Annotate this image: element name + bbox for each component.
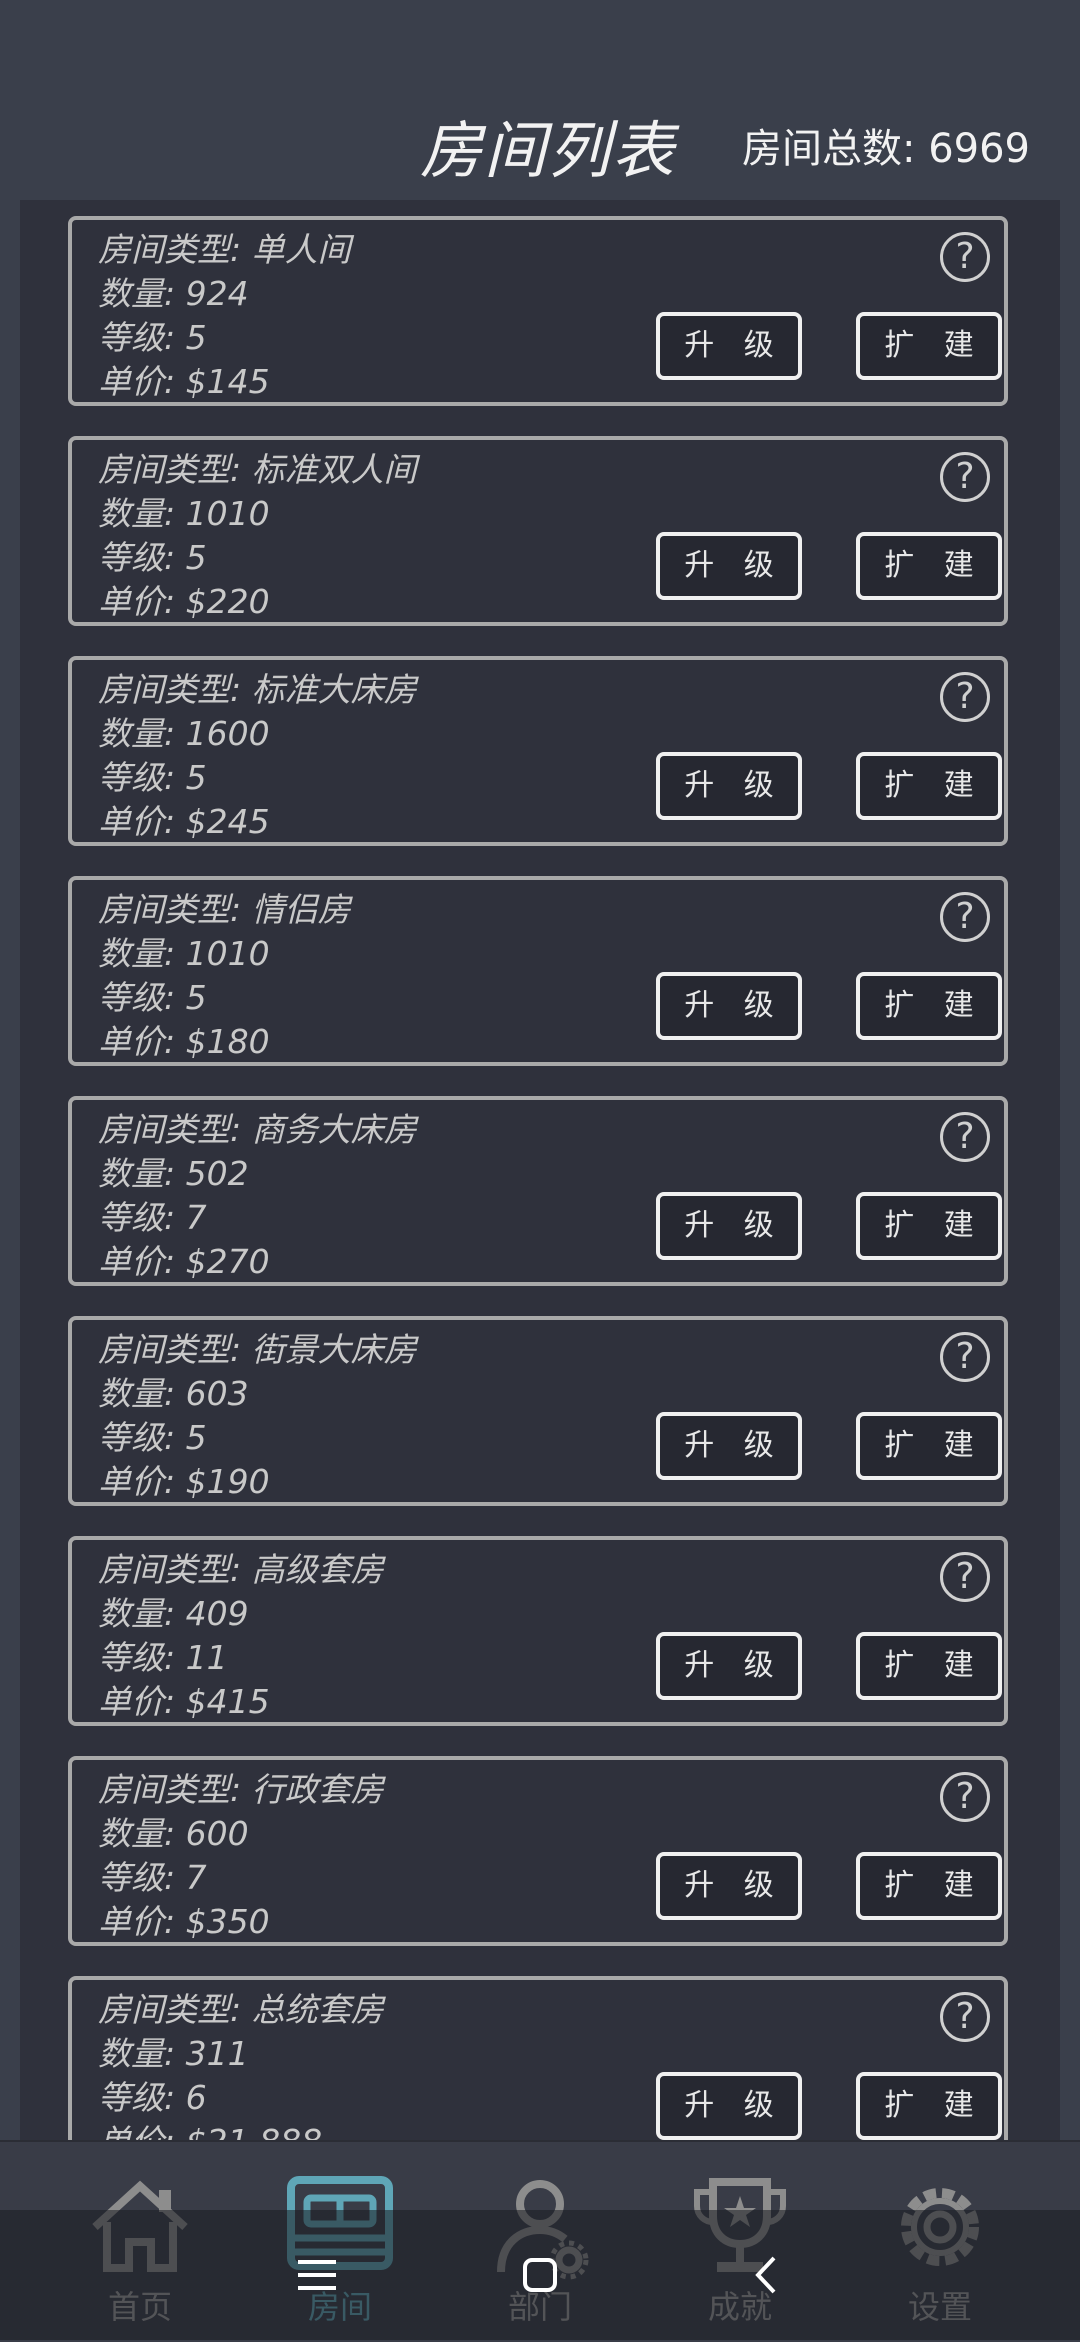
room-count: 数量: 603 bbox=[98, 1374, 249, 1413]
room-price: 单价: $21,888 bbox=[98, 2120, 384, 2140]
room-count: 数量: 1600 bbox=[98, 714, 270, 753]
room-card: 房间类型: 标准双人间 数量: 1010 等级: 5 单价: $220 ? 升 … bbox=[68, 436, 1008, 626]
header: 房间列表 房间总数: 6969 bbox=[0, 0, 1080, 200]
expand-button[interactable]: 扩 建 bbox=[856, 312, 1002, 380]
room-type: 房间类型: 商务大床房 bbox=[98, 1110, 417, 1149]
room-count: 数量: 1010 bbox=[98, 934, 270, 973]
room-type: 房间类型: 标准大床房 bbox=[98, 670, 417, 709]
upgrade-button[interactable]: 升 级 bbox=[656, 1412, 802, 1480]
upgrade-button[interactable]: 升 级 bbox=[656, 312, 802, 380]
help-icon[interactable]: ? bbox=[940, 1112, 990, 1162]
room-total: 房间总数: 6969 bbox=[742, 126, 1030, 172]
menu-icon[interactable] bbox=[282, 2240, 352, 2310]
room-type: 房间类型: 单人间 bbox=[98, 230, 351, 269]
help-icon[interactable]: ? bbox=[940, 1992, 990, 2042]
room-level: 等级: 5 bbox=[98, 758, 207, 797]
help-icon[interactable]: ? bbox=[940, 1552, 990, 1602]
upgrade-button[interactable]: 升 级 bbox=[656, 2072, 802, 2140]
room-type: 房间类型: 行政套房 bbox=[98, 1770, 384, 1809]
room-count: 数量: 924 bbox=[98, 274, 249, 313]
room-count: 数量: 600 bbox=[98, 1814, 249, 1853]
upgrade-button[interactable]: 升 级 bbox=[656, 972, 802, 1040]
room-level: 等级: 5 bbox=[98, 978, 207, 1017]
room-price: 单价: $350 bbox=[98, 1902, 270, 1941]
room-card: 房间类型: 街景大床房 数量: 603 等级: 5 单价: $190 ? 升 级… bbox=[68, 1316, 1008, 1506]
room-card: 房间类型: 单人间 数量: 924 等级: 5 单价: $145 ? 升 级 扩… bbox=[68, 216, 1008, 406]
expand-button[interactable]: 扩 建 bbox=[856, 1852, 1002, 1920]
page-title: 房间列表 bbox=[420, 114, 677, 187]
room-count: 数量: 502 bbox=[98, 1154, 249, 1193]
room-card: 房间类型: 商务大床房 数量: 502 等级: 7 单价: $270 ? 升 级… bbox=[68, 1096, 1008, 1286]
room-level: 等级: 11 bbox=[98, 1638, 228, 1677]
upgrade-button[interactable]: 升 级 bbox=[656, 1852, 802, 1920]
expand-button[interactable]: 扩 建 bbox=[856, 2072, 1002, 2140]
upgrade-button[interactable]: 升 级 bbox=[656, 752, 802, 820]
room-price: 单价: $245 bbox=[98, 802, 270, 841]
room-level: 等级: 5 bbox=[98, 538, 207, 577]
expand-button[interactable]: 扩 建 bbox=[856, 1412, 1002, 1480]
help-icon[interactable]: ? bbox=[940, 1332, 990, 1382]
room-count: 数量: 409 bbox=[98, 1594, 249, 1633]
room-level: 等级: 5 bbox=[98, 318, 207, 357]
room-level: 等级: 7 bbox=[98, 1858, 207, 1897]
room-price: 单价: $180 bbox=[98, 1022, 270, 1061]
expand-button[interactable]: 扩 建 bbox=[856, 1192, 1002, 1260]
room-type: 房间类型: 高级套房 bbox=[98, 1550, 384, 1589]
help-icon[interactable]: ? bbox=[940, 892, 990, 942]
room-price: 单价: $145 bbox=[98, 362, 270, 401]
room-level: 等级: 5 bbox=[98, 1418, 207, 1457]
room-card: 房间类型: 情侣房 数量: 1010 等级: 5 单价: $180 ? 升 级 … bbox=[68, 876, 1008, 1066]
room-price: 单价: $190 bbox=[98, 1462, 270, 1501]
expand-button[interactable]: 扩 建 bbox=[856, 752, 1002, 820]
room-list[interactable]: 房间类型: 单人间 数量: 924 等级: 5 单价: $145 ? 升 级 扩… bbox=[20, 200, 1060, 2140]
room-card: 房间类型: 高级套房 数量: 409 等级: 11 单价: $415 ? 升 级… bbox=[68, 1536, 1008, 1726]
expand-button[interactable]: 扩 建 bbox=[856, 532, 1002, 600]
room-count: 数量: 1010 bbox=[98, 494, 270, 533]
room-type: 房间类型: 总统套房 bbox=[98, 1990, 384, 2029]
room-count: 数量: 311 bbox=[98, 2034, 249, 2073]
expand-button[interactable]: 扩 建 bbox=[856, 972, 1002, 1040]
room-price: 单价: $415 bbox=[98, 1682, 270, 1721]
room-type: 房间类型: 街景大床房 bbox=[98, 1330, 417, 1369]
help-icon[interactable]: ? bbox=[940, 232, 990, 282]
upgrade-button[interactable]: 升 级 bbox=[656, 1632, 802, 1700]
room-price: 单价: $220 bbox=[98, 582, 270, 621]
expand-button[interactable]: 扩 建 bbox=[856, 1632, 1002, 1700]
room-card: 房间类型: 行政套房 数量: 600 等级: 7 单价: $350 ? 升 级 … bbox=[68, 1756, 1008, 1946]
upgrade-button[interactable]: 升 级 bbox=[656, 1192, 802, 1260]
room-type: 房间类型: 情侣房 bbox=[98, 890, 351, 929]
help-icon[interactable]: ? bbox=[940, 452, 990, 502]
back-icon[interactable] bbox=[732, 2240, 802, 2310]
help-icon[interactable]: ? bbox=[940, 672, 990, 722]
room-price: 单价: $270 bbox=[98, 1242, 270, 1281]
home-button-icon[interactable] bbox=[505, 2240, 575, 2310]
room-card: 房间类型: 标准大床房 数量: 1600 等级: 5 单价: $245 ? 升 … bbox=[68, 656, 1008, 846]
system-navigation-bar bbox=[0, 2210, 1080, 2340]
room-card: 房间类型: 总统套房 数量: 311 等级: 6 单价: $21,888 ? 升… bbox=[68, 1976, 1008, 2140]
room-level: 等级: 7 bbox=[98, 1198, 207, 1237]
upgrade-button[interactable]: 升 级 bbox=[656, 532, 802, 600]
room-type: 房间类型: 标准双人间 bbox=[98, 450, 417, 489]
room-level: 等级: 6 bbox=[98, 2078, 207, 2117]
help-icon[interactable]: ? bbox=[940, 1772, 990, 1822]
